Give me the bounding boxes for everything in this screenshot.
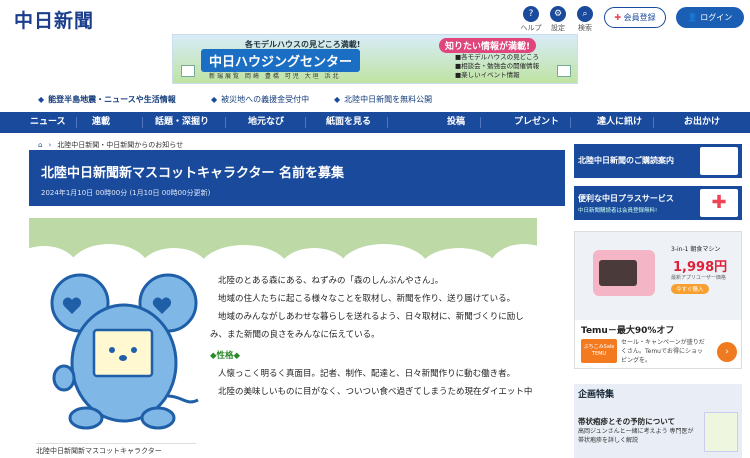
chevron-right-icon[interactable]: › [717,342,737,362]
paragraph: 北陸の美味しいものに目がなく、ついつい食べ過ぎてしまうため現在ダイエット中 [218,387,533,397]
mascot-image [50,273,199,430]
article-body: 北陸のとある森にある、ねずみの「森のしんぶんやさん」。 地域の住人たちに起こる様… [210,272,540,401]
alert-links: ◆ 能登半島地震・ニュースや生活情報 ◆ 被災地への義援金受付中 ◆ 北陸中日新聞を無… [0,94,750,106]
paragraph: 地域の住人たちに起こる様々なことを取材し、新聞を作り、送り届けている。 [218,294,516,304]
feature-thumbnail[interactable] [704,412,738,452]
page-title: 北陸中日新聞新マスコットキャラクター 名前を募集 [41,166,345,181]
login-button[interactable]: 👤 ログイン [676,7,744,28]
ad-title: 中日ハウジングセンター [201,49,361,72]
section-heading: ◆性格◆ [210,351,241,361]
site-logo[interactable]: 中日新聞 [14,6,94,33]
paragraph: 人懐っこく明るく真面目。記者、制作、配達と、日々新聞作りに動む働き者。 [218,369,516,379]
nav-paper[interactable]: 紙面を見る [326,112,371,133]
subscription-link[interactable]: 北陸中日新聞のご購読案内 [574,144,742,178]
banner-ad[interactable]: 各モデルハウスの見どころ満載! 中日ハウジングセンター 新瑞展覧 岡崎 豊橋 可… [172,34,578,84]
feature-title[interactable]: 帯状疱疹とその予防について [578,416,675,427]
feature-section: 企画特集 帯状疱疹とその予防について 高岡ジュンさんと一緒に考えよう 専門医が帯… [574,384,742,458]
gear-icon: ⚙ [550,6,566,22]
search-icon: ⌕ [577,6,593,22]
feature-description: 高岡ジュンさんと一緒に考えよう 専門医が帯状疱疹を詳しく解説 [578,428,694,444]
help-icon: ? [523,6,539,22]
toaster-image [593,250,655,296]
article-image-backdrop [29,218,537,273]
nav-topics[interactable]: 話題・深掘り [155,112,209,133]
ad-title: Temu－最大90%オフ [581,326,675,336]
nav-news[interactable]: ニュース [30,112,66,133]
alert-link-noto[interactable]: ◆ 能登半島地震・ニュースや生活情報 [38,94,176,105]
house-icon [181,65,195,77]
main-nav: ニュース 連載 話題・深掘り 地元なび 紙面を見る 投稿 プレゼント 達人に訊け… [0,112,750,133]
register-button[interactable]: ✚ 会員登録 [604,7,666,28]
alert-link-donation[interactable]: ◆ 被災地への義援金受付中 [211,94,309,105]
plus-icon: ✚ [700,189,738,217]
paragraph: 地域のみんながしあわせな暮らしを送れるよう、日々取材に、新聞づくりに励しみ、また… [210,312,524,340]
nav-series[interactable]: 連載 [92,112,110,133]
paragraph: 北陸のとある森にある、ねずみの「森のしんぶんやさん」。 [218,276,444,286]
ad-items: ■各モデルハウスの見どころ ■相談会・勉強会の開催情報 ■楽しいイベント情報 [455,53,540,79]
article-date: 2024年1月10日 00時00分 (1月10日 00時00分更新) [41,189,211,197]
megaphone-icon: ◆ [334,95,341,104]
top-bar: 中日新聞 ? ヘルプ ⚙ 設定 ⌕ 検索 ✚ 会員登録 👤 ログイン [0,0,750,35]
help-button[interactable]: ? ヘルプ [516,6,546,33]
settings-button[interactable]: ⚙ 設定 [543,6,573,33]
nav-post[interactable]: 投稿 [447,112,465,133]
newspaper-icon [700,147,738,175]
nav-local[interactable]: 地元なび [248,112,284,133]
plus-icon: ✚ [614,13,622,22]
ad-description: セール・キャンペーンが盛りだくさん。Temuでお得にショッピングを。 [621,339,705,364]
nav-outing[interactable]: お出かけ [684,112,720,133]
article-header: 北陸中日新聞新マスコットキャラクター 名前を募集 2024年1月10日 00時0… [29,150,565,206]
user-icon: 👤 [687,13,698,22]
breadcrumb: ⌂ › 北陸中日新聞・中日新聞からのお知らせ [38,141,184,149]
breadcrumb-link[interactable]: 北陸中日新聞・中日新聞からのお知らせ [57,141,183,149]
nav-experts[interactable]: 達人に訊け [597,112,642,133]
image-caption: 北陸中日新聞新マスコットキャラクター [36,443,196,456]
product-image: 3-in-1 朝食マシン 1,998円 最新アプリユーザー価格 今すぐ購入 [575,232,741,320]
search-button[interactable]: ⌕ 検索 [570,6,600,33]
megaphone-icon: ◆ [211,95,218,104]
plus-service-link[interactable]: 便利な中日プラスサービス 中日新聞購読者は会員登録無料! ✚ [574,186,742,220]
home-icon[interactable]: ⌂ [38,141,42,149]
sidebar-ad[interactable]: 3-in-1 朝食マシン 1,998円 最新アプリユーザー価格 今すぐ購入 Te… [574,231,742,369]
ad-badge: 知りたい情報が満載! [439,38,537,53]
feature-heading: 企画特集 [578,390,615,400]
house-icon [557,65,571,77]
temu-logo: ぶちこみSale TEMU [581,339,617,363]
nav-present[interactable]: プレゼント [514,112,559,133]
megaphone-icon: ◆ [38,95,45,104]
ad-places: 新瑞展覧 岡崎 豊橋 可児 大垣 浜北 [209,73,341,80]
alert-link-free[interactable]: ◆ 北陸中日新聞を無料公開 [334,94,432,105]
